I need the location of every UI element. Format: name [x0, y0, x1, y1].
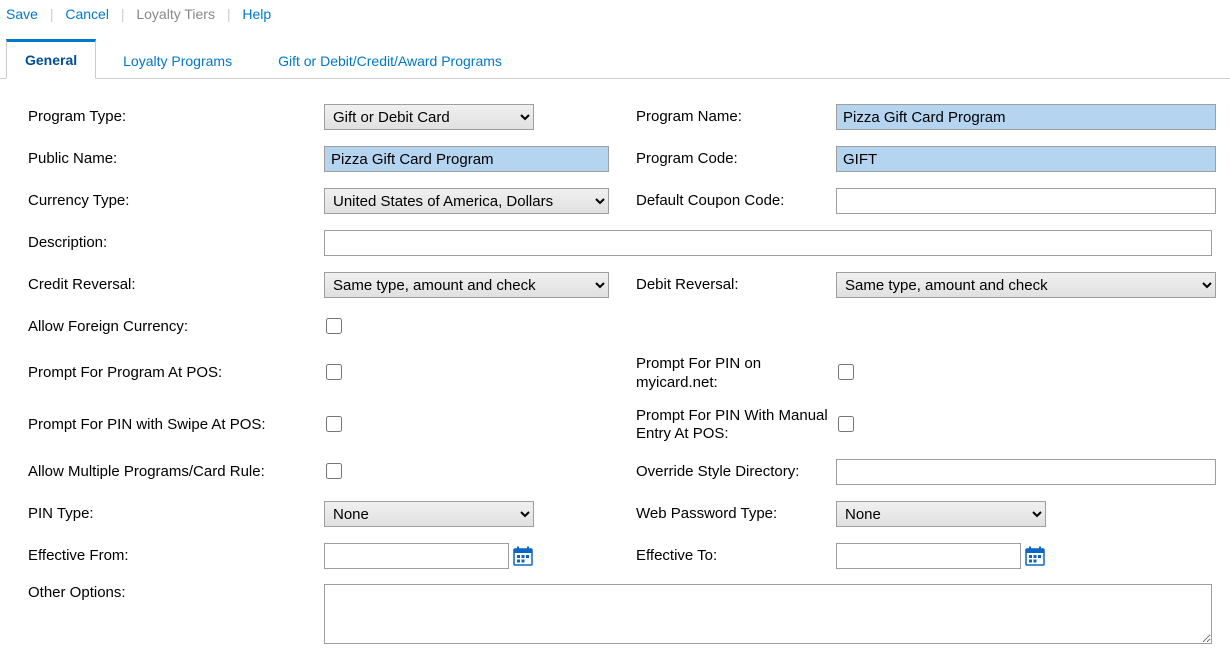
web-password-type-select[interactable]: None — [836, 501, 1046, 527]
label-web-password-type: Web Password Type: — [636, 505, 777, 522]
label-prompt-pin-myicard: Prompt For PIN on myicard.net: — [636, 355, 761, 391]
allow-foreign-currency-checkbox[interactable] — [326, 318, 342, 334]
label-override-style-dir: Override Style Directory: — [636, 463, 799, 480]
label-public-name: Public Name: — [28, 150, 117, 167]
calendar-icon[interactable] — [1025, 546, 1045, 566]
toolbar-separator: | — [50, 6, 54, 22]
label-currency-type: Currency Type: — [28, 192, 129, 209]
save-link[interactable]: Save — [6, 6, 46, 22]
tab-gift-programs[interactable]: Gift or Debit/Credit/Award Programs — [259, 42, 521, 79]
credit-reversal-select[interactable]: Same type, amount and check — [324, 272, 609, 298]
loyalty-tiers-link: Loyalty Tiers — [128, 6, 223, 22]
prompt-pin-myicard-checkbox[interactable] — [838, 364, 854, 380]
program-name-input[interactable] — [836, 104, 1216, 130]
description-input[interactable] — [324, 230, 1212, 256]
effective-from-input[interactable] — [324, 543, 509, 569]
override-style-dir-input[interactable] — [836, 459, 1216, 485]
label-pin-type: PIN Type: — [28, 505, 94, 522]
label-debit-reversal: Debit Reversal: — [636, 276, 739, 293]
label-program-type: Program Type: — [28, 108, 126, 125]
prompt-pin-swipe-checkbox[interactable] — [326, 416, 342, 432]
prompt-program-pos-checkbox[interactable] — [326, 364, 342, 380]
label-prompt-program-pos: Prompt For Program At POS: — [28, 364, 222, 381]
label-effective-to: Effective To: — [636, 547, 717, 564]
label-prompt-pin-swipe: Prompt For PIN with Swipe At POS: — [28, 416, 266, 433]
toolbar-separator: | — [227, 6, 231, 22]
tab-loyalty-programs[interactable]: Loyalty Programs — [104, 42, 251, 79]
currency-type-select[interactable]: United States of America, Dollars — [324, 188, 609, 214]
cancel-link[interactable]: Cancel — [57, 6, 117, 22]
label-allow-foreign-currency: Allow Foreign Currency: — [28, 318, 188, 335]
program-code-input[interactable] — [836, 146, 1216, 172]
label-default-coupon-code: Default Coupon Code: — [636, 192, 784, 209]
tab-bar: General Loyalty Programs Gift or Debit/C… — [0, 38, 1230, 79]
pin-type-select[interactable]: None — [324, 501, 534, 527]
allow-multiple-programs-checkbox[interactable] — [326, 463, 342, 479]
label-description: Description: — [28, 234, 107, 251]
label-program-name: Program Name: — [636, 108, 742, 125]
tab-general[interactable]: General — [6, 39, 96, 79]
form-panel: Program Type: Gift or Debit Card Program… — [0, 79, 1230, 671]
other-options-textarea[interactable] — [324, 584, 1212, 644]
default-coupon-code-input[interactable] — [836, 188, 1216, 214]
label-effective-from: Effective From: — [28, 547, 129, 564]
debit-reversal-select[interactable]: Same type, amount and check — [836, 272, 1216, 298]
label-credit-reversal: Credit Reversal: — [28, 276, 136, 293]
label-allow-multiple-programs: Allow Multiple Programs/Card Rule: — [28, 463, 265, 480]
label-other-options: Other Options: — [28, 578, 126, 601]
toolbar-separator: | — [121, 6, 125, 22]
prompt-pin-manual-checkbox[interactable] — [838, 416, 854, 432]
top-toolbar: Save | Cancel | Loyalty Tiers | Help — [0, 0, 1230, 30]
label-prompt-pin-manual: Prompt For PIN With Manual Entry At POS: — [636, 407, 828, 443]
program-type-select[interactable]: Gift or Debit Card — [324, 104, 534, 130]
effective-to-input[interactable] — [836, 543, 1021, 569]
help-link[interactable]: Help — [234, 6, 279, 22]
label-program-code: Program Code: — [636, 150, 738, 167]
public-name-input[interactable] — [324, 146, 609, 172]
calendar-icon[interactable] — [513, 546, 533, 566]
